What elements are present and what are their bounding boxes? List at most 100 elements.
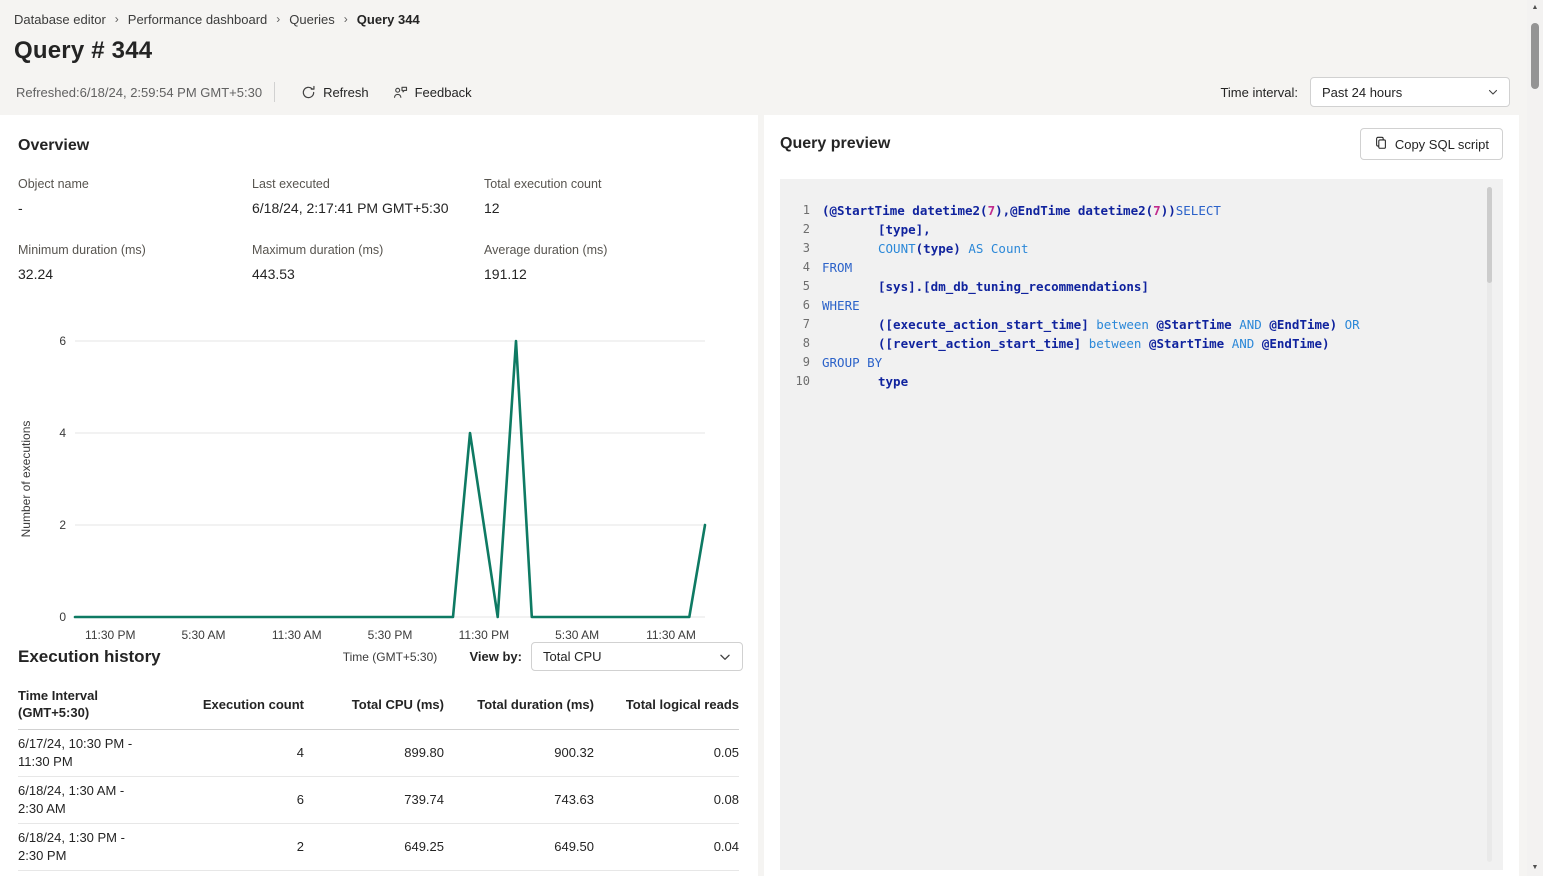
svg-text:6: 6 [59, 334, 66, 348]
page-title: Query # 344 [14, 37, 1510, 65]
breadcrumb-separator-icon: › [344, 12, 348, 26]
sql-token: ([revert_action_start_time] [878, 336, 1081, 351]
execution-history-header: Execution history View by: Total CPU [18, 642, 743, 671]
code-text: WHERE [810, 296, 860, 315]
table-header-cell: Total logical reads [594, 681, 739, 730]
field-value: - [18, 200, 252, 216]
field-value: 32.24 [18, 266, 252, 282]
sql-token: OR [1337, 317, 1360, 332]
sql-token: between [1089, 317, 1157, 332]
sql-token: between [1081, 336, 1149, 351]
sql-token: @StartTime [1149, 336, 1224, 351]
code-line: 7([execute_action_start_time] between @S… [780, 315, 1503, 334]
code-line: 8 ([revert_action_start_time] between @St… [780, 334, 1503, 353]
sql-editor[interactable]: 1(@StartTime datetime2(7),@EndTime datet… [780, 179, 1503, 870]
cell-total-logical-reads: 0.08 [594, 777, 739, 824]
cell-total-cpu: 649.25 [304, 824, 444, 871]
breadcrumb-item[interactable]: Query 344 [357, 12, 420, 27]
toolbar: Refreshed:6/18/24, 2:59:54 PM GMT+5:30 R… [14, 77, 1510, 107]
scroll-down-arrow[interactable]: ▼ [1532, 860, 1539, 876]
sql-token: @StartTime [1156, 317, 1231, 332]
breadcrumb: Database editor › Performance dashboard › Qu… [14, 10, 1510, 28]
feedback-label: Feedback [415, 85, 472, 100]
cell-time-interval: 6/18/24, 1:30 AM -2:30 AM [18, 777, 184, 824]
cell-total-logical-reads: 0.05 [594, 730, 739, 777]
table-row[interactable]: 6/18/24, 1:30 PM -2:30 PM2649.25649.500.… [18, 824, 739, 871]
editor-scrollbar-thumb[interactable] [1487, 187, 1492, 283]
table-header-cell: Execution count [184, 681, 304, 730]
svg-text:5:30 AM: 5:30 AM [182, 628, 226, 642]
sql-token: )) [1161, 203, 1176, 218]
table-row[interactable]: 6/17/24, 10:30 PM -11:30 PM4899.80900.32… [18, 730, 739, 777]
overview-title: Overview [18, 137, 758, 155]
copy-icon [1374, 136, 1388, 153]
line-number: 6 [780, 296, 810, 315]
field-value: 191.12 [484, 266, 740, 282]
chevron-down-icon [1487, 86, 1499, 98]
cell-execution-count: 2 [184, 824, 304, 871]
sql-token: AND [1232, 317, 1270, 332]
table-header-cell: Total CPU (ms) [304, 681, 444, 730]
overview-field: Object name- [18, 177, 252, 216]
field-value: 6/18/24, 2:17:41 PM GMT+5:30 [252, 200, 484, 216]
view-by-dropdown[interactable]: Total CPU [531, 642, 743, 671]
time-interval-value: Past 24 hours [1322, 85, 1402, 100]
refresh-button[interactable]: Refresh [289, 81, 381, 104]
svg-text:2: 2 [59, 518, 66, 532]
svg-text:11:30 PM: 11:30 PM [85, 628, 135, 642]
cell-total-cpu: 739.74 [304, 777, 444, 824]
line-number: 8 [780, 334, 810, 353]
time-interval-dropdown[interactable]: Past 24 hours [1310, 77, 1510, 107]
cell-execution-count: 4 [184, 730, 304, 777]
code-line: 4FROM [780, 258, 1503, 277]
view-by-label: View by: [469, 649, 522, 664]
code-text: GROUP BY [810, 353, 882, 372]
sql-token: type [878, 374, 908, 389]
svg-text:5:30 PM: 5:30 PM [368, 628, 413, 642]
cell-total-cpu: 899.80 [304, 730, 444, 777]
sql-token: GROUP BY [822, 355, 882, 370]
sql-token: AND [1224, 336, 1262, 351]
breadcrumb-item[interactable]: Queries [289, 12, 335, 27]
cell-total-duration: 649.50 [444, 824, 594, 871]
cell-total-logical-reads: 0.04 [594, 824, 739, 871]
overview-panel: Overview Object name-Last executed 6/18/2… [0, 115, 758, 876]
overview-field: Maximum duration (ms)443.53 [252, 243, 484, 282]
page-scrollbar-thumb[interactable] [1531, 23, 1539, 89]
page-scrollbar[interactable]: ▲ ▼ [1527, 0, 1543, 876]
cell-time-interval: 6/17/24, 10:30 PM -11:30 PM [18, 730, 184, 777]
line-number: 3 [780, 239, 810, 258]
copy-sql-button[interactable]: Copy SQL script [1360, 128, 1503, 160]
table-row[interactable]: 6/18/24, 1:30 AM -2:30 AM6739.74743.630.… [18, 777, 739, 824]
breadcrumb-separator-icon: › [276, 12, 280, 26]
breadcrumb-item[interactable]: Database editor [14, 12, 106, 27]
feedback-button[interactable]: Feedback [381, 81, 484, 104]
line-number: 10 [780, 372, 810, 391]
svg-text:0: 0 [59, 610, 66, 624]
sql-token: (type) [916, 241, 961, 256]
cell-total-duration: 743.63 [444, 777, 594, 824]
field-label: Last executed [252, 177, 484, 191]
sql-token: @EndTime) [1269, 317, 1337, 332]
sql-token: AS Count [961, 241, 1029, 256]
overview-fields: Object name-Last executed 6/18/24, 2:17:4… [18, 177, 740, 309]
cell-total-duration: 900.32 [444, 730, 594, 777]
field-value: 12 [484, 200, 740, 216]
field-label: Maximum duration (ms) [252, 243, 484, 257]
breadcrumb-separator-icon: › [115, 12, 119, 26]
editor-scrollbar[interactable] [1487, 187, 1492, 862]
field-label: Minimum duration (ms) [18, 243, 252, 257]
overview-field: Total execution count 12 [484, 177, 740, 216]
field-label: Total execution count [484, 177, 740, 191]
execution-history-table: Time Interval(GMT+5:30)Execution countTo… [18, 681, 739, 871]
execution-history-table-body: 6/17/24, 10:30 PM -11:30 PM4899.80900.32… [18, 730, 739, 871]
overview-field: Minimum duration (ms) 32.24 [18, 243, 252, 282]
code-line: 2[type], [780, 220, 1503, 239]
refreshed-timestamp: Refreshed:6/18/24, 2:59:54 PM GMT+5:30 [16, 85, 262, 100]
scroll-up-arrow[interactable]: ▲ [1532, 0, 1539, 16]
view-by-control: View by: Total CPU [469, 642, 743, 671]
page: Database editor › Performance dashboard › Qu… [0, 0, 1527, 876]
breadcrumb-item[interactable]: Performance dashboard [128, 12, 267, 27]
toolbar-divider [274, 82, 275, 102]
field-label: Average duration (ms) [484, 243, 740, 257]
